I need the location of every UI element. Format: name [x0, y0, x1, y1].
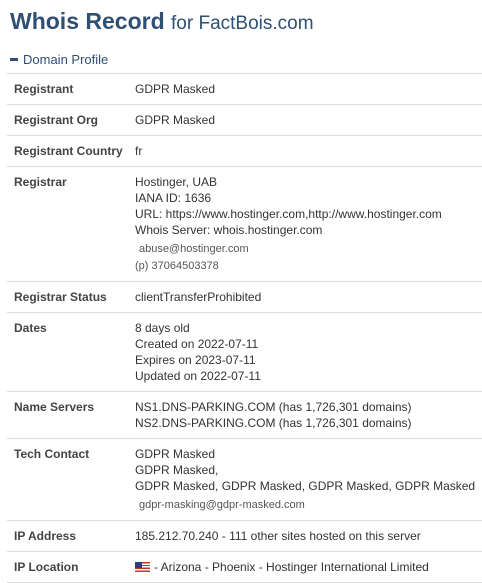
us-flag-icon [135, 562, 150, 572]
row-value: 185.212.70.240 - 111 other sites hosted … [135, 520, 482, 552]
table-row-tech-contact: Tech Contact GDPR Masked GDPR Masked, GD… [7, 438, 482, 521]
row-value: - Arizona - Phoenix - Hostinger Internat… [135, 551, 482, 583]
row-label: Registrant Country [7, 135, 135, 167]
tech-contact-line-1: GDPR Masked [135, 447, 216, 461]
section-label: Domain Profile [23, 52, 109, 67]
row-label: Registrant Org [7, 104, 135, 136]
row-value: GDPR Masked [135, 104, 482, 136]
ip-location-text: - Arizona - Phoenix - Hostinger Internat… [154, 560, 429, 574]
row-value: Hostinger, UAB IANA ID: 1636 URL: https:… [135, 166, 482, 282]
whois-page: Whois Record for FactBois.com Domain Pro… [0, 0, 482, 583]
registrar-iana: IANA ID: 1636 [135, 191, 212, 205]
row-label: Registrar Status [7, 281, 135, 313]
tech-contact-email-image: gdpr-masking@gdpr-masked.com [139, 499, 305, 511]
name-server-2: NS2.DNS-PARKING.COM (has 1,726,301 domai… [135, 416, 412, 430]
row-label: Registrar [7, 166, 135, 282]
row-value: GDPR Masked [135, 73, 482, 105]
row-value: clientTransferProhibited [135, 281, 482, 313]
domain-age: 8 days old [135, 321, 190, 335]
collapse-icon [10, 58, 18, 61]
created-date: Created on 2022-07-11 [135, 337, 259, 351]
page-title: Whois Record for FactBois.com [10, 8, 314, 35]
registrar-url: URL: https://www.hostinger.com,http://ww… [135, 207, 442, 221]
row-label: IP Location [7, 551, 135, 583]
table-row-name-servers: Name Servers NS1.DNS-PARKING.COM (has 1,… [7, 391, 482, 439]
row-label: Tech Contact [7, 438, 135, 521]
expires-date: Expires on 2023-07-11 [135, 353, 256, 367]
table-row-registrar: Registrar Hostinger, UAB IANA ID: 1636 U… [7, 166, 482, 282]
row-label: Registrant [7, 73, 135, 105]
row-value: NS1.DNS-PARKING.COM (has 1,726,301 domai… [135, 391, 482, 439]
row-value: fr [135, 135, 482, 167]
row-value: 8 days old Created on 2022-07-11 Expires… [135, 312, 482, 392]
table-row-registrant: Registrant GDPR Masked [7, 73, 482, 105]
name-server-1: NS1.DNS-PARKING.COM (has 1,726,301 domai… [135, 400, 412, 414]
title-domain: for FactBois.com [171, 13, 314, 34]
section-toggle-domain-profile[interactable]: Domain Profile [10, 52, 108, 67]
table-row-ip-location: IP Location - Arizona - Phoenix - Hostin… [7, 551, 482, 583]
whois-table: Registrant GDPR Masked Registrant Org GD… [7, 73, 482, 583]
row-label: Name Servers [7, 391, 135, 439]
updated-date: Updated on 2022-07-11 [135, 369, 261, 383]
row-label: IP Address [7, 520, 135, 552]
table-row-dates: Dates 8 days old Created on 2022-07-11 E… [7, 312, 482, 392]
registrar-email-image: abuse@hostinger.com [139, 243, 249, 255]
table-row-registrant-org: Registrant Org GDPR Masked [7, 104, 482, 136]
registrar-phone-image: (p) 37064503378 [135, 260, 219, 272]
table-row-registrant-country: Registrant Country fr [7, 135, 482, 167]
title-main: Whois Record [10, 8, 165, 34]
registrar-name: Hostinger, UAB [135, 175, 218, 189]
table-row-registrar-status: Registrar Status clientTransferProhibite… [7, 281, 482, 313]
registrar-whois-server: Whois Server: whois.hostinger.com [135, 223, 323, 237]
tech-contact-line-2: GDPR Masked, [135, 463, 219, 477]
row-value: GDPR Masked GDPR Masked, GDPR Masked, GD… [135, 438, 482, 521]
tech-contact-line-3: GDPR Masked, GDPR Masked, GDPR Masked, G… [135, 479, 476, 493]
table-row-ip-address: IP Address 185.212.70.240 - 111 other si… [7, 520, 482, 552]
row-label: Dates [7, 312, 135, 392]
